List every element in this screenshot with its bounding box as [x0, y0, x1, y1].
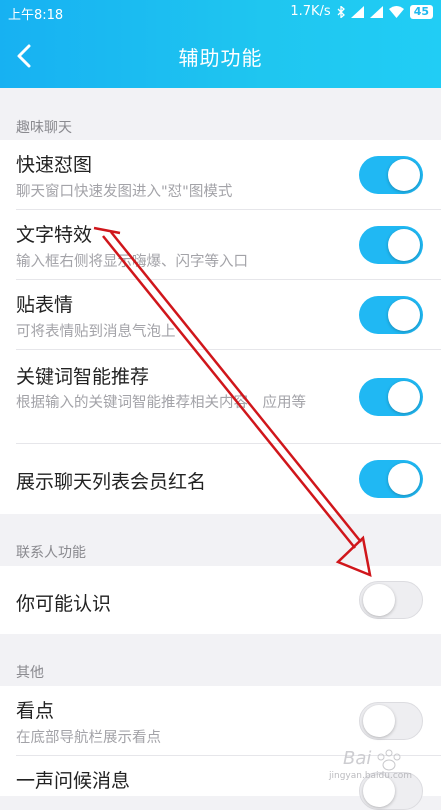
network-speed: 1.7K/s	[290, 4, 331, 19]
section-label-fun-chat: 趣味聊天	[16, 120, 72, 136]
status-time: 上午8:18	[8, 8, 64, 23]
toggle-knob	[388, 159, 420, 191]
vip-red-name-toggle[interactable]	[359, 460, 423, 498]
toggle-knob	[388, 463, 420, 495]
row-title: 文字特效	[16, 224, 93, 246]
keyword-recommend-toggle[interactable]	[359, 378, 423, 416]
row-title: 快速怼图	[16, 154, 93, 176]
row-title: 看点	[16, 700, 55, 722]
signal-icon-2	[369, 5, 383, 18]
row-title: 关键词智能推荐	[16, 366, 150, 388]
row-subtitle: 聊天窗口快速发图进入"怼"图模式	[16, 184, 233, 200]
watermark-brand: Bai	[343, 748, 372, 769]
row-title: 展示聊天列表会员红名	[16, 471, 207, 493]
toggle-knob	[388, 381, 420, 413]
setting-row-text-effects: 文字特效 输入框右侧将显示嗨爆、闪字等入口	[0, 210, 441, 280]
row-subtitle: 输入框右侧将显示嗨爆、闪字等入口	[16, 254, 248, 270]
toggle-knob	[363, 584, 395, 616]
signal-icon	[350, 5, 364, 18]
setting-row-quick-image: 快速怼图 聊天窗口快速发图进入"怼"图模式	[0, 140, 441, 210]
row-title: 贴表情	[16, 294, 74, 316]
status-icons: 1.7K/s 45	[290, 4, 433, 19]
section-label-other: 其他	[16, 665, 44, 681]
kandian-toggle[interactable]	[359, 702, 423, 740]
setting-row-keyword-recommend: 关键词智能推荐 根据输入的关键词智能推荐相关内容、应用等	[0, 350, 441, 444]
row-title: 你可能认识	[16, 593, 112, 615]
status-bar: 上午8:18 1.7K/s 45	[0, 0, 441, 24]
page-title: 辅助功能	[178, 46, 263, 70]
app-header: 上午8:18 1.7K/s 45 辅助功能	[0, 0, 441, 88]
row-subtitle: 在底部导航栏展示看点	[16, 730, 161, 746]
section-label-contacts: 联系人功能	[16, 545, 86, 561]
toggle-knob	[388, 229, 420, 261]
battery-icon: 45	[409, 4, 433, 19]
setting-row-sticker: 贴表情 可将表情贴到消息气泡上	[0, 280, 441, 350]
setting-row-may-know: 你可能认识	[0, 566, 441, 634]
row-subtitle: 可将表情贴到消息气泡上	[16, 324, 176, 340]
toggle-knob	[363, 705, 395, 737]
setting-row-vip-red-name: 展示聊天列表会员红名	[0, 444, 441, 514]
text-effects-toggle[interactable]	[359, 226, 423, 264]
row-title: 一声问候消息	[16, 770, 131, 792]
wifi-icon	[388, 5, 404, 18]
watermark-url: jingyan.baidu.com	[329, 771, 413, 781]
baidu-watermark: Bai jingyan.baidu.com	[325, 744, 435, 784]
toggle-knob	[388, 299, 420, 331]
sticker-toggle[interactable]	[359, 296, 423, 334]
bluetooth-icon	[337, 5, 345, 18]
quick-image-toggle[interactable]	[359, 156, 423, 194]
nav-bar: 辅助功能	[0, 24, 441, 88]
may-know-toggle[interactable]	[359, 581, 423, 619]
row-subtitle: 根据输入的关键词智能推荐相关内容、应用等	[16, 395, 306, 411]
